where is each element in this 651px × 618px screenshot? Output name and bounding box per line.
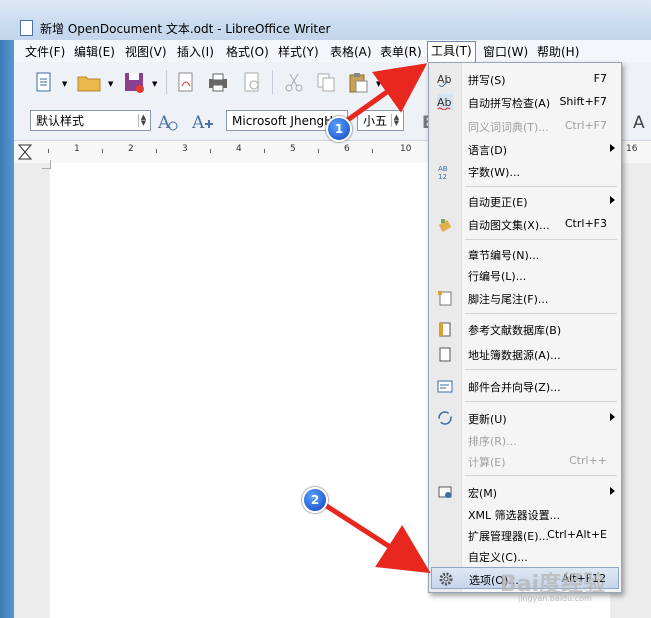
arrow-2	[322, 502, 431, 574]
arrow-1	[339, 63, 428, 127]
step-badge-2: 2	[302, 487, 328, 513]
step-badge-1: 1	[326, 116, 352, 142]
watermark-url: jingyan.baidu.com	[518, 594, 592, 603]
annotation-arrows	[322, 63, 431, 574]
